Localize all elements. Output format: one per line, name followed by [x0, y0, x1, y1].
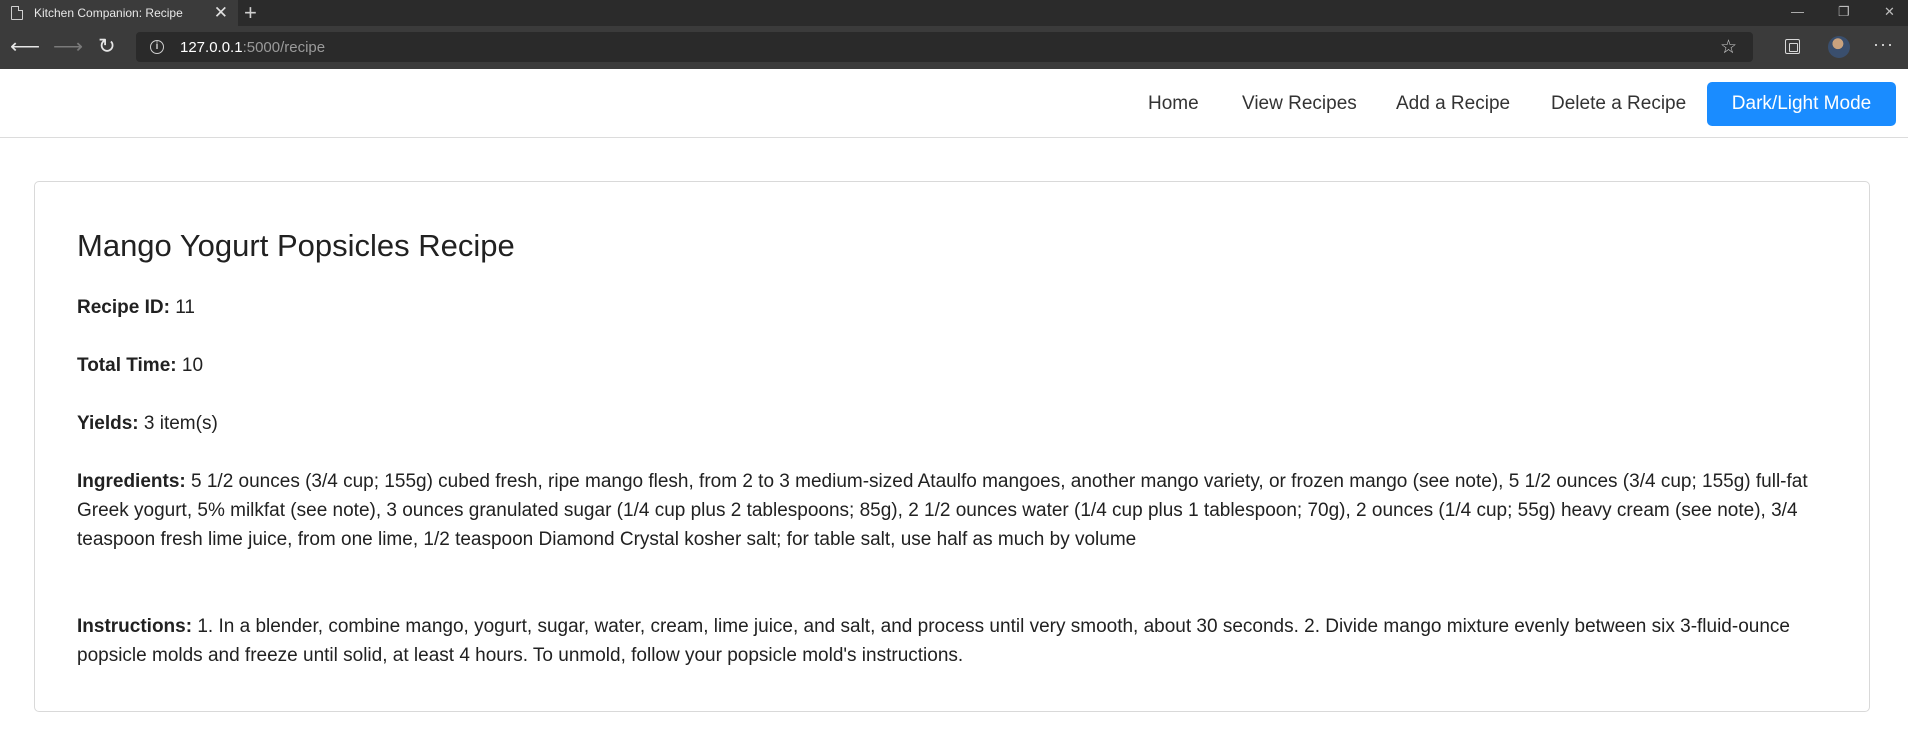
- back-icon[interactable]: ⟵: [10, 36, 40, 58]
- close-window-icon[interactable]: ✕: [1884, 2, 1895, 22]
- browser-tab[interactable]: Kitchen Companion: Recipe ✕: [0, 0, 238, 26]
- nav-delete-recipe-link[interactable]: Delete a Recipe: [1551, 93, 1686, 115]
- favorite-star-icon[interactable]: ☆: [1720, 36, 1737, 59]
- info-icon[interactable]: i: [150, 40, 164, 54]
- collections-icon[interactable]: [1785, 39, 1800, 54]
- yields-row: Yields: 3 item(s): [77, 409, 1847, 438]
- address-bar[interactable]: i 127.0.0.1:5000/recipe ☆: [136, 32, 1753, 62]
- tab-title: Kitchen Companion: Recipe: [34, 6, 183, 20]
- minimize-icon[interactable]: —: [1791, 2, 1804, 22]
- recipe-id-row: Recipe ID: 11: [77, 293, 1847, 322]
- more-menu-icon[interactable]: ···: [1873, 34, 1894, 55]
- browser-toolbar: ⟵ ⟶ ↻ i 127.0.0.1:5000/recipe ☆ ···: [0, 26, 1908, 69]
- ingredients-row: Ingredients: 5 1/2 ounces (3/4 cup; 155g…: [77, 467, 1847, 554]
- ingredients-label: Ingredients:: [77, 471, 186, 492]
- url-text[interactable]: 127.0.0.1:5000/recipe: [180, 39, 325, 56]
- nav-add-recipe-link[interactable]: Add a Recipe: [1396, 93, 1510, 115]
- recipe-id-value: 11: [175, 297, 195, 318]
- total-time-row: Total Time: 10: [77, 351, 1847, 380]
- page-icon: [11, 6, 23, 20]
- forward-icon[interactable]: ⟶: [53, 36, 83, 58]
- instructions-value: 1. In a blender, combine mango, yogurt, …: [77, 616, 1790, 666]
- total-time-value: 10: [181, 355, 204, 376]
- site-navbar: Home View Recipes Add a Recipe Delete a …: [0, 69, 1908, 138]
- reload-icon[interactable]: ↻: [98, 36, 116, 58]
- recipe-id-label: Recipe ID:: [77, 297, 170, 318]
- instructions-label: Instructions:: [77, 616, 193, 637]
- total-time-label: Total Time:: [77, 355, 177, 376]
- recipe-card: Mango Yogurt Popsicles Recipe Recipe ID:…: [34, 181, 1870, 712]
- browser-titlebar: Kitchen Companion: Recipe ✕ + — ❐ ✕: [0, 0, 1908, 26]
- dark-light-mode-button[interactable]: Dark/Light Mode: [1707, 82, 1896, 126]
- nav-home-link[interactable]: Home: [1148, 93, 1199, 115]
- instructions-row: Instructions: 1. In a blender, combine m…: [77, 612, 1847, 670]
- new-tab-icon[interactable]: +: [244, 1, 257, 25]
- restore-icon[interactable]: ❐: [1838, 2, 1850, 22]
- yields-value: 3 item(s): [143, 413, 218, 434]
- yields-label: Yields:: [77, 413, 139, 434]
- recipe-title: Mango Yogurt Popsicles Recipe: [77, 228, 515, 263]
- nav-view-recipes-link[interactable]: View Recipes: [1242, 93, 1357, 115]
- profile-avatar[interactable]: [1828, 36, 1850, 58]
- ingredients-value: 5 1/2 ounces (3/4 cup; 155g) cubed fresh…: [77, 471, 1808, 550]
- tab-close-icon[interactable]: ✕: [214, 3, 228, 23]
